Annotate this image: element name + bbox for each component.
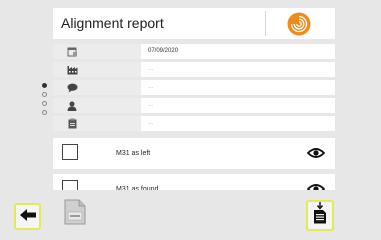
- back-button[interactable]: [14, 203, 41, 230]
- comment-icon: [66, 82, 78, 93]
- export-button[interactable]: [306, 200, 334, 231]
- arrow-left-icon: [19, 208, 36, 226]
- field-label-cell: [53, 44, 141, 59]
- report-header: Alignment report: [53, 8, 335, 39]
- field-label-cell: [53, 80, 141, 95]
- item-label: M31 as found: [116, 186, 159, 190]
- operator-value: ...: [148, 102, 154, 108]
- orange-spiral-logo-icon: [287, 12, 311, 36]
- factory-icon: [66, 64, 78, 75]
- header-divider: [265, 11, 266, 36]
- page-dot[interactable]: [42, 110, 47, 115]
- eye-icon[interactable]: [306, 146, 326, 160]
- date-value: 07/09/2020: [148, 48, 179, 54]
- item-checkbox[interactable]: [62, 180, 78, 190]
- site-value: ...: [148, 66, 154, 72]
- notes-value: ...: [148, 120, 154, 126]
- calendar-icon: [66, 46, 78, 57]
- clipboard-icon: [66, 118, 78, 129]
- comment-field-row[interactable]: ...: [53, 80, 335, 95]
- report-title: Alignment report: [61, 15, 164, 31]
- page-dot[interactable]: [42, 92, 47, 97]
- user-icon: [66, 100, 78, 111]
- measurement-item[interactable]: M31 as left: [53, 138, 335, 169]
- field-label-cell: [53, 62, 141, 77]
- eye-icon[interactable]: [306, 182, 326, 190]
- measurement-item[interactable]: M31 as found: [53, 174, 335, 190]
- notes-field-row[interactable]: ...: [53, 116, 335, 131]
- report-panel: Alignment report 07/09/2020 ... ... ... …: [53, 8, 335, 190]
- page-indicator: [42, 83, 48, 117]
- item-label: M31 as left: [116, 150, 151, 157]
- pdf-export-button[interactable]: [60, 199, 90, 230]
- download-document-icon: [313, 202, 327, 229]
- item-checkbox[interactable]: [62, 144, 78, 160]
- page-dot[interactable]: [42, 101, 47, 106]
- comment-value: ...: [148, 84, 154, 90]
- pdf-document-icon: [63, 199, 87, 230]
- date-field-row[interactable]: 07/09/2020: [53, 44, 335, 59]
- page-dot[interactable]: [42, 83, 47, 88]
- site-field-row[interactable]: ...: [53, 62, 335, 77]
- field-label-cell: [53, 116, 141, 131]
- field-label-cell: [53, 98, 141, 113]
- operator-field-row[interactable]: ...: [53, 98, 335, 113]
